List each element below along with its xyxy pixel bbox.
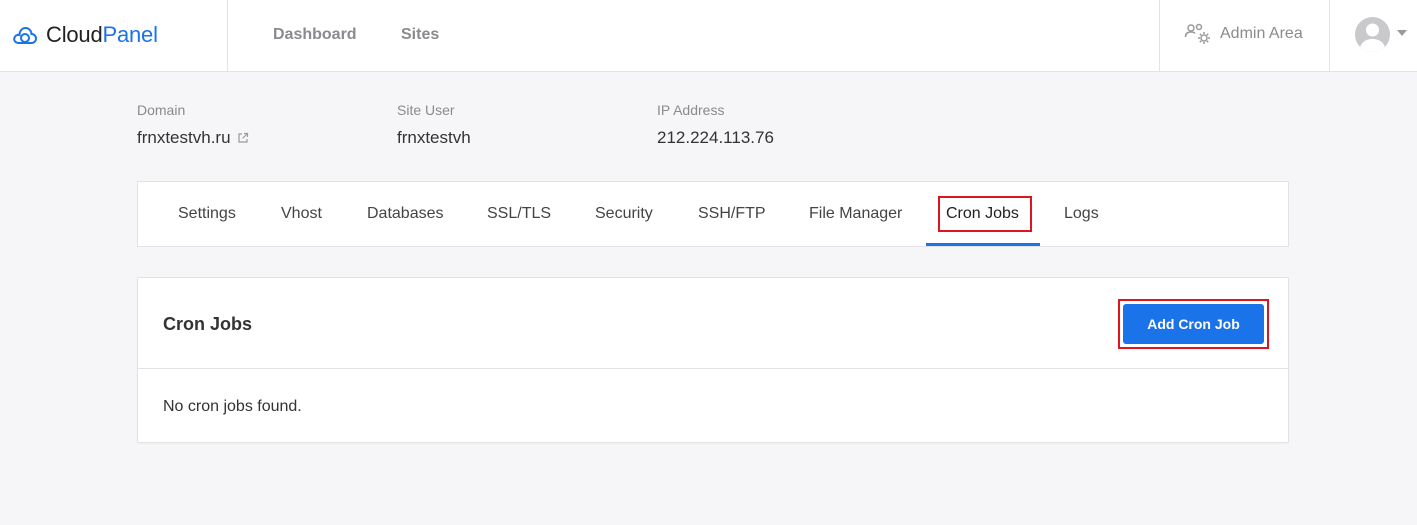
nav-divider bbox=[1329, 0, 1330, 72]
cron-jobs-card: Cron Jobs Add Cron Job No cron jobs foun… bbox=[137, 277, 1289, 443]
logo-text-panel: Panel bbox=[102, 22, 158, 47]
logo-text-cloud: Cloud bbox=[46, 22, 103, 47]
nav-divider bbox=[1159, 0, 1160, 72]
site-user-info: Site User frnxtestvh bbox=[397, 102, 471, 148]
chevron-down-icon[interactable] bbox=[1397, 30, 1407, 36]
empty-state-message: No cron jobs found. bbox=[163, 398, 302, 415]
ip-address-label: IP Address bbox=[657, 102, 725, 118]
nav-sites[interactable]: Sites bbox=[401, 26, 439, 44]
card-title: Cron Jobs bbox=[163, 314, 253, 334]
tab-logs[interactable]: Logs bbox=[1064, 205, 1099, 223]
tab-security[interactable]: Security bbox=[595, 205, 653, 223]
tab-file-manager[interactable]: File Manager bbox=[809, 205, 902, 223]
domain-info: Domain frnxtestvh.ru bbox=[137, 102, 249, 148]
tab-ssh-ftp[interactable]: SSH/FTP bbox=[698, 205, 766, 223]
active-tab-indicator bbox=[926, 243, 1040, 246]
tab-settings[interactable]: Settings bbox=[178, 205, 236, 223]
nav-dashboard[interactable]: Dashboard bbox=[273, 26, 357, 44]
ip-address-info: IP Address 212.224.113.76 bbox=[657, 102, 774, 148]
tab-cron-jobs[interactable]: Cron Jobs bbox=[946, 205, 1019, 223]
site-tabs: Settings Vhost Databases SSL/TLS Securit… bbox=[137, 181, 1289, 247]
domain-value: frnxtestvh.ru bbox=[137, 128, 231, 147]
admin-users-gear-icon bbox=[1184, 23, 1210, 44]
admin-area-label: Admin Area bbox=[1220, 25, 1303, 42]
site-user-label: Site User bbox=[397, 102, 455, 118]
admin-area-link[interactable]: Admin Area bbox=[1184, 22, 1303, 46]
add-cron-job-button[interactable]: Add Cron Job bbox=[1123, 304, 1264, 344]
card-divider bbox=[138, 368, 1288, 369]
tab-databases[interactable]: Databases bbox=[367, 205, 444, 223]
user-avatar-icon[interactable] bbox=[1355, 17, 1390, 52]
logo[interactable]: CloudPanel bbox=[12, 20, 158, 50]
tab-ssl-tls[interactable]: SSL/TLS bbox=[487, 205, 551, 223]
site-user-value: frnxtestvh bbox=[397, 128, 471, 147]
top-navbar: CloudPanel Dashboard Sites Admin Area bbox=[0, 0, 1417, 72]
nav-divider bbox=[227, 0, 228, 72]
cloud-logo-icon bbox=[13, 26, 38, 44]
domain-label: Domain bbox=[137, 102, 186, 118]
tab-vhost[interactable]: Vhost bbox=[281, 205, 322, 223]
ip-address-value: 212.224.113.76 bbox=[657, 128, 774, 147]
external-link-icon[interactable] bbox=[237, 132, 249, 144]
